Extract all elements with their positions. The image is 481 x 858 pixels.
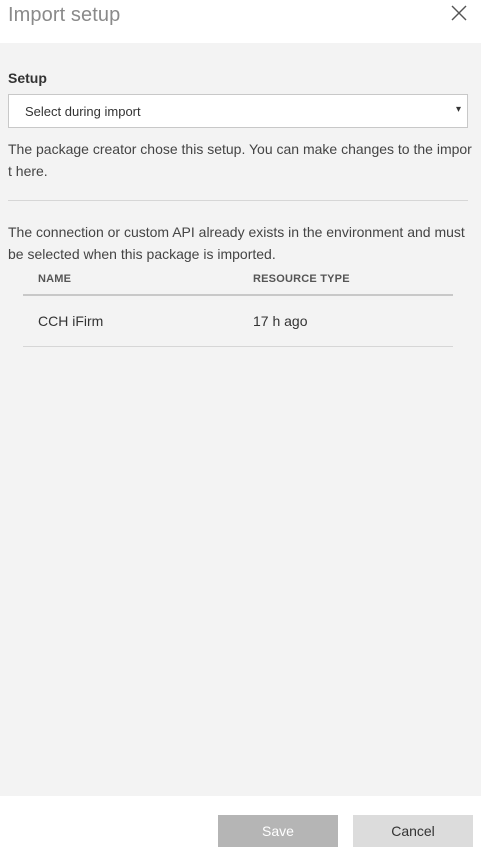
panel-body: Setup Select during import ▾ The package… [0,43,481,796]
setup-dropdown[interactable]: Select during import ▾ [8,94,468,128]
close-icon [451,5,467,21]
row-name: CCH iFirm [38,313,104,329]
dropdown-arrow-icon: ▾ [455,104,461,115]
setup-label: Setup [8,70,47,86]
table-row[interactable]: CCH iFirm 17 h ago [23,296,453,347]
setup-dropdown-value: Select during import [25,104,141,119]
row-resource-type: 17 h ago [253,313,308,329]
connection-info-text: The connection or custom API already exi… [8,224,465,262]
panel-footer: Save Cancel [0,796,481,858]
close-button[interactable] [446,2,470,26]
section-divider [8,200,468,201]
cancel-button[interactable]: Cancel [353,815,473,847]
table-header: NAME RESOURCE TYPE [23,265,453,296]
setup-help-text: The package creator chose this setup. Yo… [8,141,472,179]
save-button[interactable]: Save [218,815,338,847]
import-setup-panel: Import setup Setup Select during import … [0,0,481,858]
column-header-name: NAME [38,273,72,285]
panel-title: Import setup [8,4,121,26]
resource-table: NAME RESOURCE TYPE CCH iFirm 17 h ago [23,265,453,347]
panel-header: Import setup [0,0,481,43]
column-header-resource-type: RESOURCE TYPE [253,273,350,285]
